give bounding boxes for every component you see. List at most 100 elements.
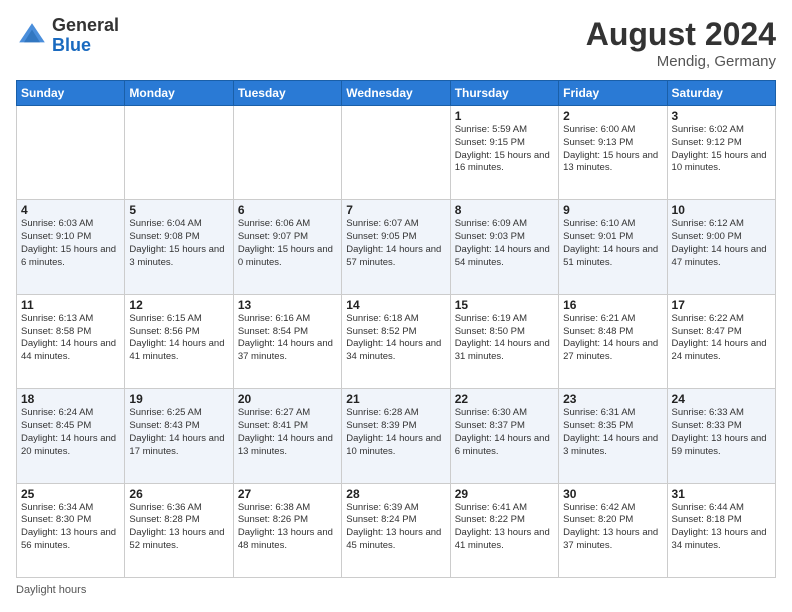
logo-general: General [52,16,119,36]
calendar-cell: 7Sunrise: 6:07 AM Sunset: 9:05 PM Daylig… [342,200,450,294]
calendar-cell: 14Sunrise: 6:18 AM Sunset: 8:52 PM Dayli… [342,294,450,388]
calendar-cell: 12Sunrise: 6:15 AM Sunset: 8:56 PM Dayli… [125,294,233,388]
calendar-day-header: Friday [559,81,667,106]
calendar-day-header: Saturday [667,81,775,106]
day-number: 31 [672,487,771,501]
daylight-label: Daylight hours [16,584,86,596]
day-number: 10 [672,203,771,217]
day-number: 2 [563,109,662,123]
calendar-table: SundayMondayTuesdayWednesdayThursdayFrid… [16,80,776,578]
day-number: 4 [21,203,120,217]
calendar-cell [342,106,450,200]
calendar-cell: 29Sunrise: 6:41 AM Sunset: 8:22 PM Dayli… [450,483,558,577]
calendar-cell [125,106,233,200]
calendar-cell: 11Sunrise: 6:13 AM Sunset: 8:58 PM Dayli… [17,294,125,388]
day-info: Sunrise: 6:10 AM Sunset: 9:01 PM Dayligh… [563,218,662,269]
day-info: Sunrise: 6:36 AM Sunset: 8:28 PM Dayligh… [129,502,228,553]
title-block: August 2024 Mendig, Germany [586,16,776,70]
calendar-cell: 2Sunrise: 6:00 AM Sunset: 9:13 PM Daylig… [559,106,667,200]
calendar-cell: 23Sunrise: 6:31 AM Sunset: 8:35 PM Dayli… [559,389,667,483]
day-info: Sunrise: 6:02 AM Sunset: 9:12 PM Dayligh… [672,124,771,175]
calendar-cell: 22Sunrise: 6:30 AM Sunset: 8:37 PM Dayli… [450,389,558,483]
calendar-cell: 26Sunrise: 6:36 AM Sunset: 8:28 PM Dayli… [125,483,233,577]
footer: Daylight hours [16,584,776,596]
calendar-day-header: Wednesday [342,81,450,106]
calendar-cell: 10Sunrise: 6:12 AM Sunset: 9:00 PM Dayli… [667,200,775,294]
calendar-week-row: 18Sunrise: 6:24 AM Sunset: 8:45 PM Dayli… [17,389,776,483]
day-info: Sunrise: 6:38 AM Sunset: 8:26 PM Dayligh… [238,502,337,553]
day-info: Sunrise: 6:07 AM Sunset: 9:05 PM Dayligh… [346,218,445,269]
calendar-cell: 21Sunrise: 6:28 AM Sunset: 8:39 PM Dayli… [342,389,450,483]
header: General Blue August 2024 Mendig, Germany [16,16,776,70]
calendar-day-header: Sunday [17,81,125,106]
day-info: Sunrise: 6:34 AM Sunset: 8:30 PM Dayligh… [21,502,120,553]
day-number: 14 [346,298,445,312]
day-info: Sunrise: 6:04 AM Sunset: 9:08 PM Dayligh… [129,218,228,269]
logo-blue: Blue [52,36,119,56]
calendar-day-header: Tuesday [233,81,341,106]
day-number: 15 [455,298,554,312]
day-number: 27 [238,487,337,501]
calendar-cell [17,106,125,200]
calendar-cell: 4Sunrise: 6:03 AM Sunset: 9:10 PM Daylig… [17,200,125,294]
day-info: Sunrise: 6:33 AM Sunset: 8:33 PM Dayligh… [672,407,771,458]
day-number: 24 [672,392,771,406]
day-number: 16 [563,298,662,312]
day-number: 22 [455,392,554,406]
calendar-week-row: 4Sunrise: 6:03 AM Sunset: 9:10 PM Daylig… [17,200,776,294]
day-info: Sunrise: 6:06 AM Sunset: 9:07 PM Dayligh… [238,218,337,269]
day-number: 5 [129,203,228,217]
calendar-cell: 16Sunrise: 6:21 AM Sunset: 8:48 PM Dayli… [559,294,667,388]
logo-text: General Blue [52,16,119,56]
location: Mendig, Germany [586,53,776,70]
day-info: Sunrise: 5:59 AM Sunset: 9:15 PM Dayligh… [455,124,554,175]
day-number: 6 [238,203,337,217]
day-number: 30 [563,487,662,501]
day-number: 17 [672,298,771,312]
day-number: 11 [21,298,120,312]
calendar-day-header: Thursday [450,81,558,106]
calendar-cell: 19Sunrise: 6:25 AM Sunset: 8:43 PM Dayli… [125,389,233,483]
calendar-day-header: Monday [125,81,233,106]
day-number: 19 [129,392,228,406]
day-info: Sunrise: 6:00 AM Sunset: 9:13 PM Dayligh… [563,124,662,175]
page: General Blue August 2024 Mendig, Germany… [0,0,792,612]
calendar-cell: 18Sunrise: 6:24 AM Sunset: 8:45 PM Dayli… [17,389,125,483]
calendar-cell: 1Sunrise: 5:59 AM Sunset: 9:15 PM Daylig… [450,106,558,200]
day-number: 18 [21,392,120,406]
month-year: August 2024 [586,16,776,53]
day-number: 20 [238,392,337,406]
calendar-cell: 31Sunrise: 6:44 AM Sunset: 8:18 PM Dayli… [667,483,775,577]
calendar-cell [233,106,341,200]
day-number: 7 [346,203,445,217]
calendar-cell: 8Sunrise: 6:09 AM Sunset: 9:03 PM Daylig… [450,200,558,294]
day-info: Sunrise: 6:22 AM Sunset: 8:47 PM Dayligh… [672,313,771,364]
calendar-cell: 5Sunrise: 6:04 AM Sunset: 9:08 PM Daylig… [125,200,233,294]
calendar-cell: 17Sunrise: 6:22 AM Sunset: 8:47 PM Dayli… [667,294,775,388]
calendar-cell: 20Sunrise: 6:27 AM Sunset: 8:41 PM Dayli… [233,389,341,483]
day-info: Sunrise: 6:13 AM Sunset: 8:58 PM Dayligh… [21,313,120,364]
calendar-cell: 27Sunrise: 6:38 AM Sunset: 8:26 PM Dayli… [233,483,341,577]
calendar-week-row: 25Sunrise: 6:34 AM Sunset: 8:30 PM Dayli… [17,483,776,577]
day-info: Sunrise: 6:39 AM Sunset: 8:24 PM Dayligh… [346,502,445,553]
generalblue-logo-icon [16,20,48,52]
day-info: Sunrise: 6:03 AM Sunset: 9:10 PM Dayligh… [21,218,120,269]
day-number: 13 [238,298,337,312]
day-info: Sunrise: 6:19 AM Sunset: 8:50 PM Dayligh… [455,313,554,364]
day-info: Sunrise: 6:18 AM Sunset: 8:52 PM Dayligh… [346,313,445,364]
day-number: 25 [21,487,120,501]
day-info: Sunrise: 6:41 AM Sunset: 8:22 PM Dayligh… [455,502,554,553]
calendar-cell: 15Sunrise: 6:19 AM Sunset: 8:50 PM Dayli… [450,294,558,388]
day-info: Sunrise: 6:24 AM Sunset: 8:45 PM Dayligh… [21,407,120,458]
calendar-week-row: 11Sunrise: 6:13 AM Sunset: 8:58 PM Dayli… [17,294,776,388]
calendar-cell: 13Sunrise: 6:16 AM Sunset: 8:54 PM Dayli… [233,294,341,388]
day-number: 8 [455,203,554,217]
day-number: 9 [563,203,662,217]
calendar-cell: 28Sunrise: 6:39 AM Sunset: 8:24 PM Dayli… [342,483,450,577]
day-number: 28 [346,487,445,501]
day-number: 21 [346,392,445,406]
day-info: Sunrise: 6:44 AM Sunset: 8:18 PM Dayligh… [672,502,771,553]
day-info: Sunrise: 6:27 AM Sunset: 8:41 PM Dayligh… [238,407,337,458]
calendar-cell: 30Sunrise: 6:42 AM Sunset: 8:20 PM Dayli… [559,483,667,577]
calendar-cell: 24Sunrise: 6:33 AM Sunset: 8:33 PM Dayli… [667,389,775,483]
